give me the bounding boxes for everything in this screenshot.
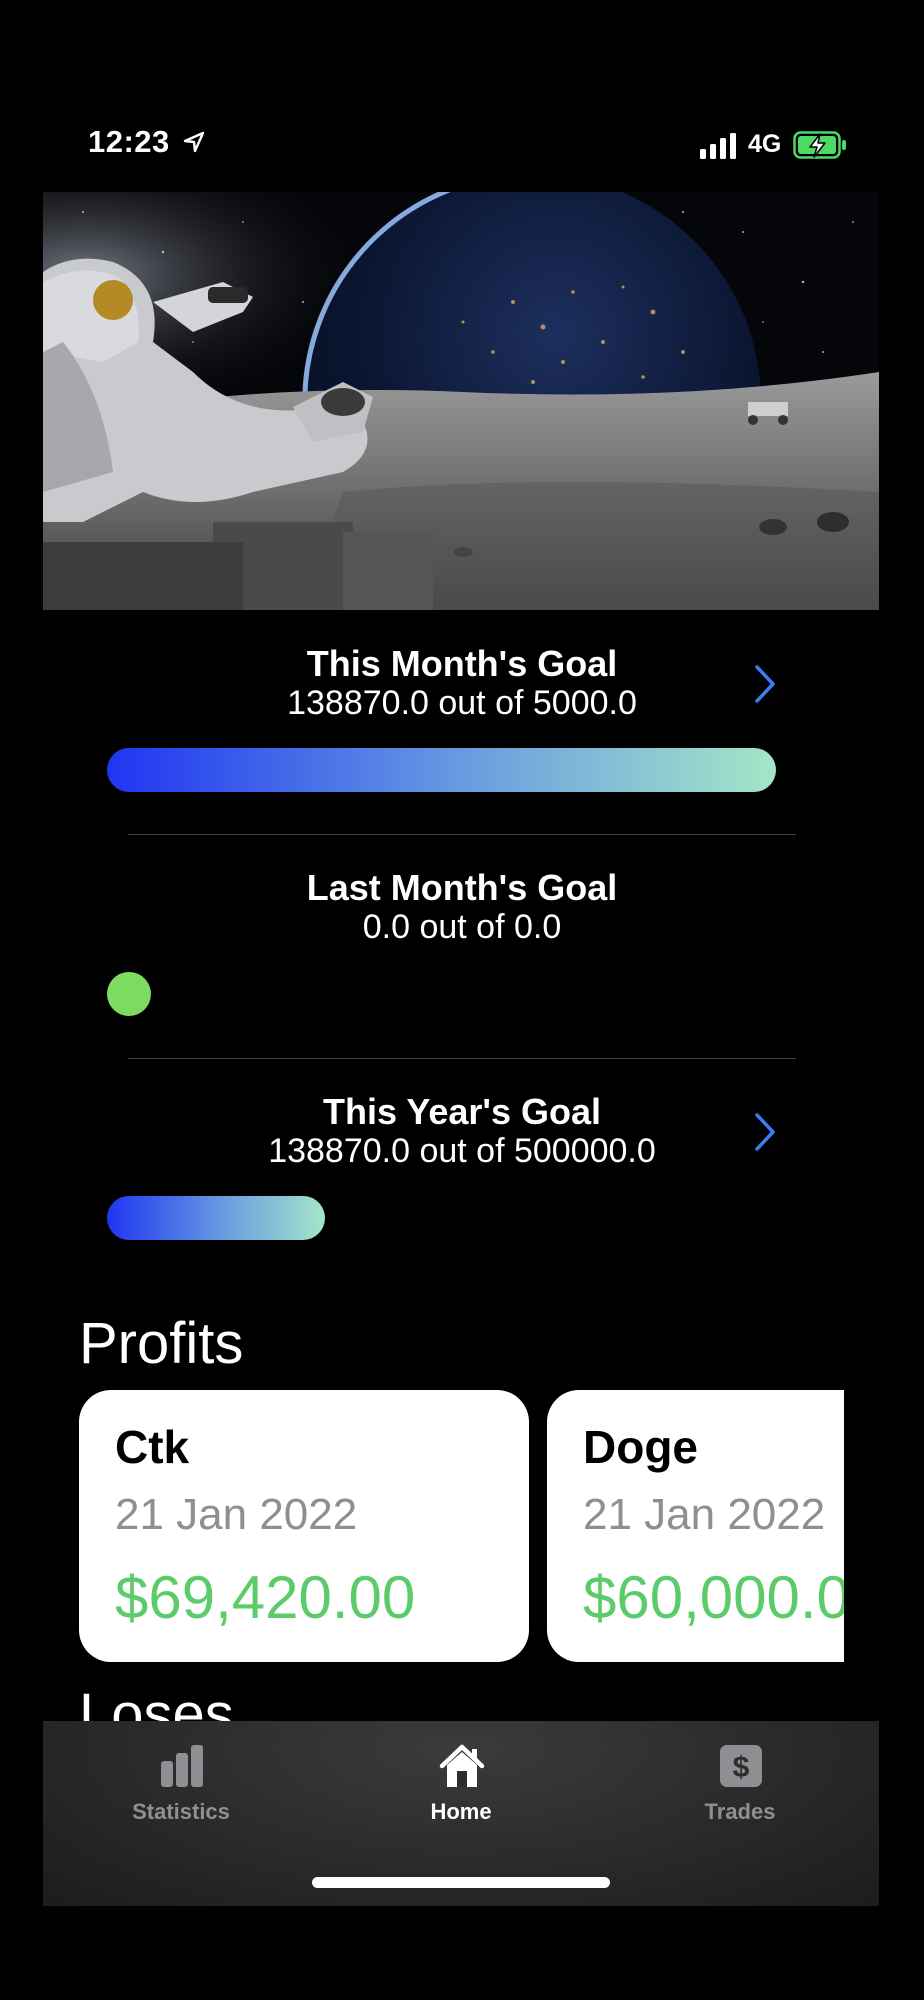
chevron-right-icon[interactable] <box>752 663 778 705</box>
goal-progress-bar <box>107 1196 325 1240</box>
goal-value: 0.0 out of 0.0 <box>362 908 562 946</box>
goal-value: 138870.0 out of 5000.0 <box>287 684 637 722</box>
profit-amount: $69,420.00 <box>115 1564 416 1631</box>
profits-heading: Profits <box>79 1311 244 1376</box>
goal-title: Last Month's Goal <box>306 867 618 908</box>
tab-home[interactable]: Home <box>351 1721 571 1861</box>
dollar-sign-icon: $ <box>720 1745 762 1787</box>
divider <box>128 1058 796 1059</box>
goal-value: 138870.0 out of 500000.0 <box>268 1132 656 1170</box>
tab-trades[interactable]: $ Trades <box>630 1721 850 1861</box>
status-time: 12:23 <box>88 124 170 159</box>
bar-chart-icon <box>161 1745 203 1787</box>
tab-label: Trades <box>704 1799 776 1824</box>
goal-progress-bar <box>107 972 151 1016</box>
coin-name: Ctk <box>115 1421 190 1473</box>
chevron-right-icon[interactable] <box>752 1111 778 1153</box>
battery-charging-icon <box>793 131 846 159</box>
profits-carousel[interactable]: Ctk 21 Jan 2022 $69,420.00 Doge 21 Jan 2… <box>79 1390 844 1662</box>
profit-card[interactable]: Doge 21 Jan 2022 $60,000.00 <box>547 1390 844 1662</box>
trade-date: 21 Jan 2022 <box>115 1490 358 1539</box>
profit-card[interactable]: Ctk 21 Jan 2022 $69,420.00 <box>79 1390 529 1662</box>
profit-amount: $60,000.00 <box>583 1564 844 1631</box>
trade-date: 21 Jan 2022 <box>583 1490 826 1539</box>
divider <box>128 834 796 835</box>
coin-name: Doge <box>583 1421 698 1473</box>
home-indicator[interactable] <box>312 1877 610 1888</box>
goal-progress-bar <box>107 748 776 792</box>
house-icon <box>439 1744 485 1787</box>
network-type-label: 4G <box>748 130 782 158</box>
tab-label: Home <box>430 1799 492 1824</box>
goal-title: This Month's Goal <box>306 643 618 684</box>
tab-statistics[interactable]: Statistics <box>71 1721 291 1861</box>
tab-label: Statistics <box>132 1799 230 1824</box>
cellular-signal-icon <box>700 133 736 159</box>
goal-title: This Year's Goal <box>322 1091 602 1132</box>
hero-image <box>43 192 879 610</box>
svg-text:$: $ <box>733 1751 750 1784</box>
location-arrow-icon <box>183 131 205 153</box>
